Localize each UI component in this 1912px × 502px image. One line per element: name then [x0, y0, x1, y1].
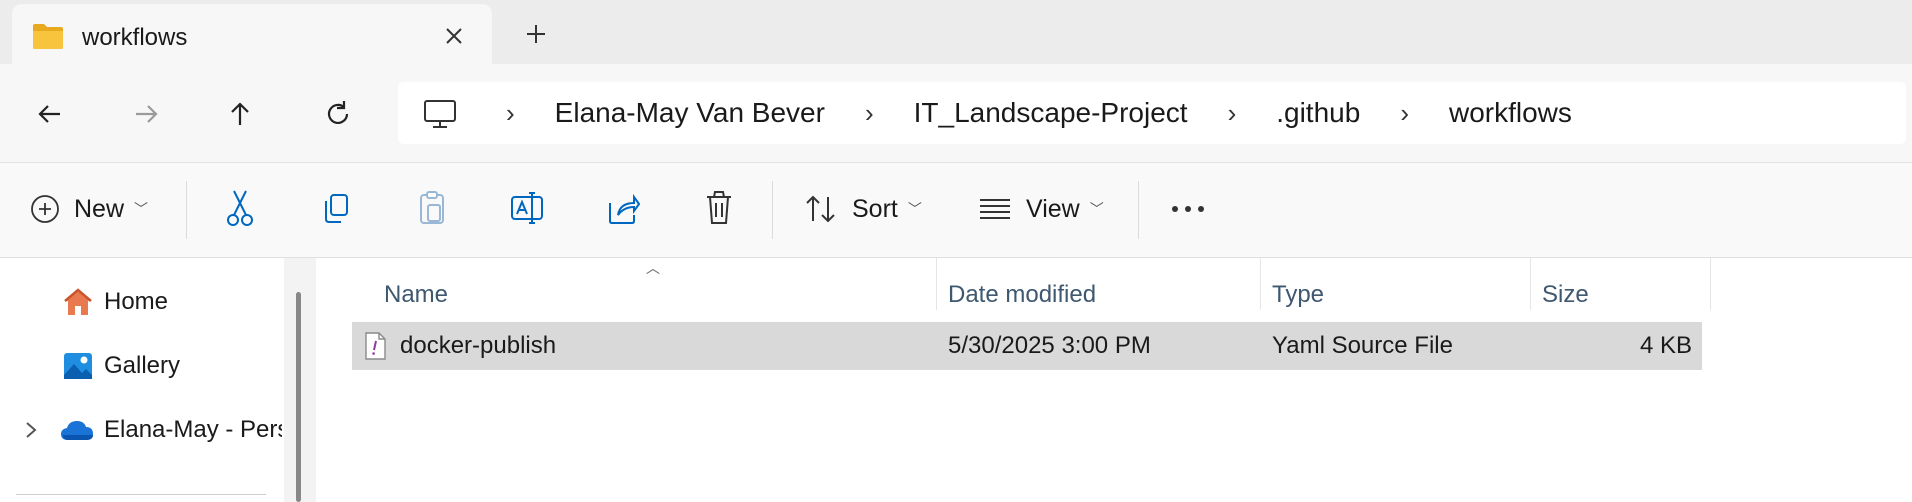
sidebar-divider: [16, 494, 266, 495]
table-row[interactable]: docker-publish 5/30/2025 3:00 PM Yaml So…: [352, 322, 1702, 370]
sidebar-item-label: Gallery: [104, 352, 181, 379]
up-arrow-icon[interactable]: [222, 96, 258, 132]
tab-title: workflows: [82, 24, 188, 51]
chevron-down-icon: ﹀: [134, 201, 149, 217]
close-icon[interactable]: [440, 22, 468, 50]
chevron-right-icon[interactable]: [22, 420, 40, 440]
breadcrumb-item[interactable]: IT_Landscape-Project: [902, 97, 1200, 129]
chevron-right-icon[interactable]: ›: [837, 98, 902, 129]
tab-bar: workflows: [0, 0, 1912, 66]
breadcrumb-item[interactable]: workflows: [1437, 97, 1584, 129]
address-bar[interactable]: › Elana-May Van Bever › IT_Landscape-Pro…: [398, 82, 1906, 144]
sort-button[interactable]: Sort ﹀: [804, 183, 922, 235]
chevron-down-icon: ﹀: [1089, 201, 1104, 217]
sidebar-item-gallery[interactable]: Gallery: [62, 346, 180, 386]
chevron-down-icon: ﹀: [907, 201, 922, 217]
column-separator[interactable]: [1530, 258, 1531, 310]
file-size: 4 KB: [1639, 332, 1692, 359]
breadcrumb: › Elana-May Van Bever › IT_Landscape-Pro…: [478, 82, 1584, 144]
column-separator[interactable]: [936, 258, 937, 310]
command-bar: New ﹀ Sort ﹀ View ﹀: [0, 163, 1912, 258]
list-view-icon: [980, 199, 1010, 219]
breadcrumb-item[interactable]: .github: [1264, 97, 1372, 129]
onedrive-cloud-icon: [61, 421, 93, 440]
back-arrow-icon[interactable]: [32, 96, 68, 132]
chevron-right-icon[interactable]: ›: [478, 98, 543, 129]
cut-icon[interactable]: [224, 183, 256, 235]
column-header-type[interactable]: Type: [1272, 272, 1324, 318]
navigation-pane-clip: Home Gallery Elana-May - Personal: [0, 258, 282, 502]
sort-label: Sort: [852, 194, 898, 223]
view-label: View: [1026, 194, 1080, 223]
column-separator[interactable]: [1710, 258, 1711, 310]
folder-icon: [33, 24, 63, 49]
navigation-pane: Home Gallery Elana-May - Personal: [0, 258, 284, 502]
column-header-size[interactable]: Size: [1542, 272, 1589, 318]
forward-arrow-icon[interactable]: [128, 96, 164, 132]
copy-icon[interactable]: [320, 183, 352, 235]
this-pc-icon[interactable]: [422, 98, 458, 130]
sidebar-item-onedrive[interactable]: Elana-May - Personal: [22, 410, 282, 450]
chevron-right-icon[interactable]: ›: [1372, 98, 1437, 129]
new-label: New: [74, 194, 125, 223]
plus-circle-icon: [31, 195, 59, 223]
chevron-right-icon[interactable]: ›: [1200, 98, 1265, 129]
gallery-icon: [64, 353, 92, 379]
sidebar-scrollbar-thumb[interactable]: [296, 292, 301, 502]
file-date-modified: 5/30/2025 3:00 PM: [948, 332, 1151, 359]
navigation-bar: › Elana-May Van Bever › IT_Landscape-Pro…: [0, 64, 1912, 163]
share-icon[interactable]: [606, 183, 640, 235]
file-name[interactable]: docker-publish: [400, 322, 556, 370]
toolbar-divider: [1138, 181, 1139, 239]
sidebar-item-home[interactable]: Home: [62, 282, 168, 322]
delete-icon[interactable]: [704, 183, 734, 235]
more-options-icon[interactable]: [1170, 183, 1206, 235]
column-header-name[interactable]: Name: [384, 272, 448, 318]
home-icon: [64, 288, 92, 315]
rename-icon[interactable]: [510, 183, 544, 235]
tab-workflows[interactable]: workflows: [12, 4, 492, 66]
toolbar-divider: [186, 181, 187, 239]
add-tab-icon[interactable]: [522, 20, 550, 48]
breadcrumb-item[interactable]: Elana-May Van Bever: [543, 97, 837, 129]
sidebar-item-label: Home: [104, 288, 169, 315]
view-button[interactable]: View ﹀: [978, 183, 1104, 235]
paste-icon[interactable]: [416, 183, 448, 235]
sort-ascending-indicator: ︿: [646, 260, 660, 276]
file-list: ︿ Name Date modified Type Size docker-pu…: [316, 258, 1912, 502]
sidebar-item-label: Elana-May - Personal: [104, 416, 282, 443]
file-type: Yaml Source File: [1272, 332, 1453, 359]
toolbar-divider: [772, 181, 773, 239]
sort-icon: [806, 195, 835, 223]
column-separator[interactable]: [1260, 258, 1261, 310]
column-header-date[interactable]: Date modified: [948, 272, 1096, 318]
yaml-file-icon: [365, 332, 386, 360]
new-button[interactable]: New ﹀: [30, 183, 148, 235]
refresh-icon[interactable]: [320, 96, 356, 132]
